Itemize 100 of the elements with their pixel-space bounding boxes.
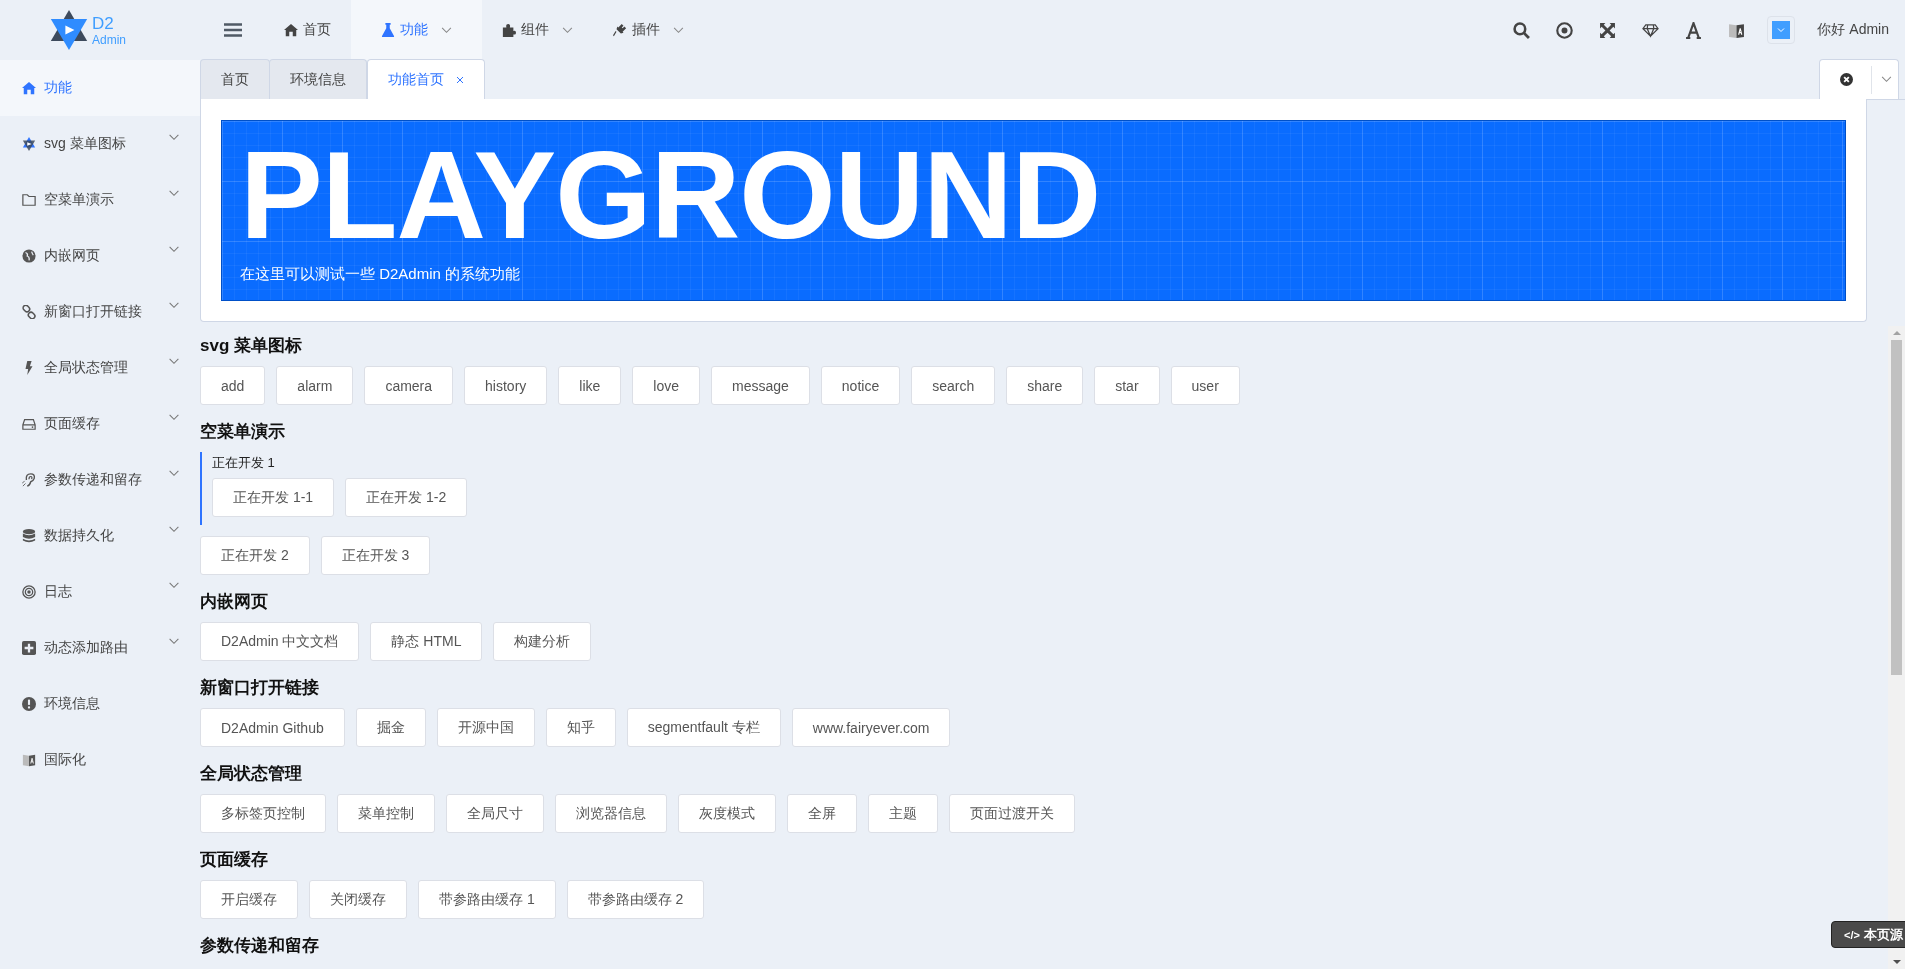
menu-button[interactable]: 带参路由缓存 2	[566, 880, 705, 919]
sidebar-item[interactable]: 参数传递和留存	[0, 452, 200, 508]
theme-color-picker[interactable]	[1767, 16, 1796, 44]
menu-button[interactable]: alarm	[276, 366, 354, 405]
page-tab[interactable]: 环境信息	[269, 59, 367, 99]
menu-button[interactable]: 静态 HTML	[370, 622, 483, 661]
link-icon	[22, 305, 36, 319]
banner-subtitle: 在这里可以测试一些 D2Admin 的系统功能	[240, 265, 522, 284]
folder-icon	[22, 193, 36, 207]
sidebar-label: 空菜单演示	[44, 191, 114, 209]
menu-button[interactable]: love	[632, 366, 700, 405]
menu-button[interactable]: 浏览器信息	[555, 794, 667, 833]
menu-button[interactable]: 菜单控制	[337, 794, 435, 833]
translate-icon	[1728, 21, 1746, 39]
translate-icon	[22, 753, 36, 767]
nav-label: 插件	[632, 21, 660, 39]
close-circle-icon[interactable]	[1840, 73, 1853, 86]
user-greeting[interactable]: 你好 Admin	[1817, 21, 1889, 39]
nav-label: 功能	[400, 21, 428, 39]
menu-button[interactable]: segmentfault 专栏	[626, 708, 781, 747]
menu-button[interactable]: 关闭缓存	[309, 880, 407, 919]
menu-button[interactable]: 开启缓存	[200, 880, 298, 919]
menu-button[interactable]: like	[558, 366, 622, 405]
sidebar-item[interactable]: 内嵌网页	[0, 228, 200, 284]
menu-button[interactable]: 正在开发 2	[200, 536, 310, 575]
menu-icon[interactable]	[224, 23, 242, 37]
search-icon[interactable]	[1513, 21, 1531, 39]
plug-icon	[613, 23, 627, 37]
target-icon[interactable]	[1556, 21, 1574, 39]
nav-menu-item[interactable]: 组件	[482, 0, 593, 60]
sidebar-label: 国际化	[44, 751, 86, 769]
home-icon	[22, 81, 36, 95]
menu-button[interactable]: user	[1170, 366, 1240, 405]
code-icon: </>	[1844, 928, 1860, 941]
sidebar-label: 内嵌网页	[44, 247, 100, 265]
page-tab[interactable]: 首页	[200, 59, 270, 99]
section-heading: 参数传递和留存	[200, 935, 319, 957]
menu-button[interactable]: 带参路由缓存 1	[418, 880, 556, 919]
font-size-icon[interactable]	[1685, 21, 1703, 39]
sidebar-item[interactable]: 新窗口打开链接	[0, 284, 200, 340]
sidebar-label: 新窗口打开链接	[44, 303, 142, 321]
menu-button[interactable]: D2Admin Github	[200, 708, 345, 747]
ear-icon	[22, 473, 36, 487]
menu-button[interactable]: 多标签页控制	[200, 794, 326, 833]
sidebar-item[interactable]: 数据持久化	[0, 508, 200, 564]
chevron-down-icon	[1881, 76, 1892, 83]
menu-button[interactable]: share	[1006, 366, 1084, 405]
menu-button[interactable]: 正在开发 1-2	[345, 478, 468, 517]
sidebar-label: 全局状态管理	[44, 359, 128, 377]
tab-label: 功能首页	[388, 71, 444, 89]
logo-icon	[50, 10, 88, 50]
menu-button[interactable]: 全局尺寸	[446, 794, 544, 833]
menu-button[interactable]: 构建分析	[493, 622, 592, 661]
menu-button[interactable]: history	[464, 366, 548, 405]
nav-menu-item[interactable]: 功能	[351, 0, 482, 60]
section-heading: 全局状态管理	[200, 763, 302, 785]
menu-button[interactable]: 掘金	[355, 708, 426, 747]
menu-button[interactable]: 正在开发 1-1	[212, 478, 335, 517]
section-heading: 内嵌网页	[200, 591, 268, 613]
sidebar-item[interactable]: 功能	[0, 60, 200, 116]
menu-button[interactable]: message	[711, 366, 810, 405]
tab-label: 首页	[221, 70, 249, 89]
menu-button[interactable]: 灰度模式	[678, 794, 776, 833]
sidebar-item[interactable]: 页面缓存	[0, 396, 200, 452]
menu-button[interactable]: 全屏	[787, 794, 857, 833]
sidebar-item[interactable]: 环境信息	[0, 676, 200, 732]
menu-button[interactable]: 正在开发 3	[320, 536, 431, 575]
nav-menu-item[interactable]: 首页	[264, 0, 351, 60]
fullscreen-icon[interactable]	[1599, 21, 1617, 39]
menu-button[interactable]: 主题	[868, 794, 938, 833]
sidebar-item[interactable]: 国际化	[0, 732, 200, 788]
sidebar-item[interactable]: 全局状态管理	[0, 340, 200, 396]
sidebar-label: 页面缓存	[44, 415, 100, 433]
home-icon	[284, 23, 298, 37]
sidebar-item[interactable]: svg 菜单图标	[0, 116, 200, 172]
sidebar-label: 功能	[44, 79, 72, 97]
menu-button[interactable]: star	[1094, 366, 1160, 405]
close-icon[interactable]	[456, 76, 464, 84]
sidebar-item[interactable]: 日志	[0, 564, 200, 620]
menu-button[interactable]: camera	[364, 366, 454, 405]
menu-button[interactable]: 知乎	[545, 708, 616, 747]
section-heading: 页面缓存	[200, 849, 268, 871]
nav-label: 组件	[521, 21, 549, 39]
sidebar-label: 日志	[44, 583, 72, 601]
source-code-button[interactable]: </> 本页源	[1831, 921, 1905, 948]
nav-menu-item[interactable]: 插件	[593, 0, 704, 60]
sidebar-label: 环境信息	[44, 695, 100, 713]
sidebar-item[interactable]: 动态添加路由	[0, 620, 200, 676]
banner-title: PLAYGROUND	[240, 133, 1102, 257]
menu-button[interactable]: 页面过渡开关	[949, 794, 1075, 833]
menu-button[interactable]: www.fairyever.com	[791, 708, 951, 747]
menu-button[interactable]: search	[911, 366, 996, 405]
menu-button[interactable]: D2Admin 中文文档	[200, 622, 360, 661]
sidebar-item[interactable]: 空菜单演示	[0, 172, 200, 228]
diamond-icon[interactable]	[1642, 21, 1660, 39]
menu-button[interactable]: add	[200, 366, 266, 405]
page-tab[interactable]: 功能首页	[367, 59, 485, 100]
menu-button[interactable]: 开源中国	[436, 708, 535, 747]
section-heading: 新窗口打开链接	[200, 677, 319, 699]
menu-button[interactable]: notice	[820, 366, 901, 405]
